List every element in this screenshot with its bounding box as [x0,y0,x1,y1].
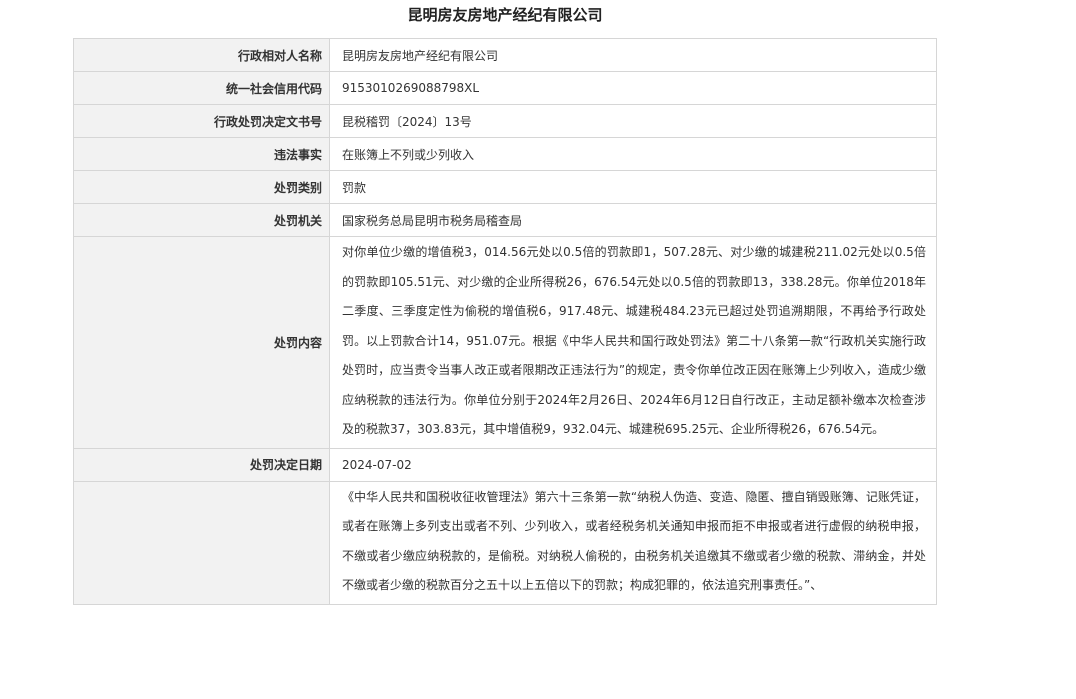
row-value: 国家税务总局昆明市税务局稽查局 [329,203,937,237]
table-row-penalty-basis: 《中华人民共和国税收征收管理法》第六十三条第一款“纳税人伪造、变造、隐匿、擅自销… [73,480,937,605]
table-row-credit-code: 统一社会信用代码 9153010269088798XL [73,71,937,105]
row-label: 行政相对人名称 [73,38,330,72]
row-label: 行政处罚决定文书号 [73,104,330,138]
row-value: 昆税稽罚〔2024〕13号 [329,104,937,138]
row-value: 昆明房友房地产经纪有限公司 [329,38,937,72]
table-row-penalty-authority: 处罚机关 国家税务总局昆明市税务局稽查局 [73,203,937,237]
row-label: 处罚类别 [73,170,330,204]
row-label [73,480,330,605]
table-row-violation-facts: 违法事实 在账簿上不列或少列收入 [73,137,937,171]
row-label: 处罚机关 [73,203,330,237]
row-value: 2024-07-02 [329,447,937,482]
table-row-document-number: 行政处罚决定文书号 昆税稽罚〔2024〕13号 [73,104,937,138]
row-label: 统一社会信用代码 [73,71,330,105]
page-title: 昆明房友房地产经纪有限公司 [407,6,603,24]
row-label: 处罚内容 [73,236,330,449]
table-row-penalty-content: 处罚内容 对你单位少缴的增值税3，014.56元处以0.5倍的罚款即1，507.… [73,236,937,449]
row-value: 在账簿上不列或少列收入 [329,137,937,171]
row-label: 处罚决定日期 [73,447,330,482]
penalty-info-table: 行政相对人名称 昆明房友房地产经纪有限公司 统一社会信用代码 915301026… [73,38,937,605]
row-value: 对你单位少缴的增值税3，014.56元处以0.5倍的罚款即1，507.28元、对… [329,236,937,449]
table-row-penalty-type: 处罚类别 罚款 [73,170,937,204]
table-row-decision-date: 处罚决定日期 2024-07-02 [73,447,937,482]
row-label: 违法事实 [73,137,330,171]
row-value: 《中华人民共和国税收征收管理法》第六十三条第一款“纳税人伪造、变造、隐匿、擅自销… [329,480,937,605]
penalty-basis-text: 《中华人民共和国税收征收管理法》第六十三条第一款“纳税人伪造、变造、隐匿、擅自销… [342,489,926,593]
row-value: 罚款 [329,170,937,204]
penalty-content-text: 对你单位少缴的增值税3，014.56元处以0.5倍的罚款即1，507.28元、对… [342,245,926,436]
row-value: 9153010269088798XL [329,71,937,105]
table-row-party-name: 行政相对人名称 昆明房友房地产经纪有限公司 [73,38,937,72]
